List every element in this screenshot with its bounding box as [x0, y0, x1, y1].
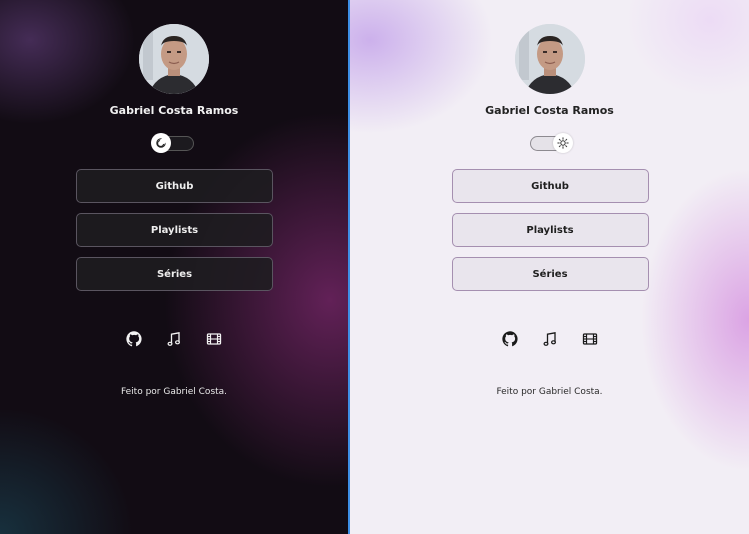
- dark-theme-preview: Gabriel Costa Ramos Github Playlists Sér…: [0, 0, 348, 534]
- github-icon[interactable]: [501, 331, 518, 347]
- toggle-knob[interactable]: [552, 133, 573, 153]
- playlists-button[interactable]: Playlists: [76, 213, 273, 247]
- profile-photo-icon: [514, 24, 585, 94]
- profile-name: Gabriel Costa Ramos: [485, 104, 614, 117]
- footer-credit: Feito por Gabriel Costa.: [496, 387, 603, 397]
- profile-photo-icon: [139, 24, 209, 94]
- theme-toggle[interactable]: [151, 133, 194, 153]
- series-button[interactable]: Séries: [451, 257, 649, 291]
- github-button[interactable]: Github: [451, 169, 649, 203]
- avatar: [139, 24, 209, 94]
- github-icon[interactable]: [126, 331, 142, 347]
- music-note-icon[interactable]: [542, 331, 558, 347]
- github-button[interactable]: Github: [76, 169, 273, 203]
- toggle-knob[interactable]: [151, 133, 171, 153]
- film-icon[interactable]: [582, 331, 598, 347]
- social-links: [126, 331, 222, 347]
- playlists-button[interactable]: Playlists: [451, 213, 649, 247]
- avatar: [514, 24, 585, 94]
- profile-name: Gabriel Costa Ramos: [109, 104, 239, 117]
- music-note-icon[interactable]: [166, 331, 182, 347]
- light-theme-preview: Gabriel Costa Ramos Github Playlists Sér…: [350, 0, 749, 534]
- moon-icon: [156, 138, 167, 148]
- footer-credit: Feito por Gabriel Costa.: [120, 387, 228, 397]
- film-icon[interactable]: [206, 331, 222, 347]
- sun-icon: [556, 137, 569, 149]
- theme-toggle[interactable]: [529, 133, 573, 153]
- social-links: [501, 331, 598, 347]
- series-button[interactable]: Séries: [76, 257, 273, 291]
